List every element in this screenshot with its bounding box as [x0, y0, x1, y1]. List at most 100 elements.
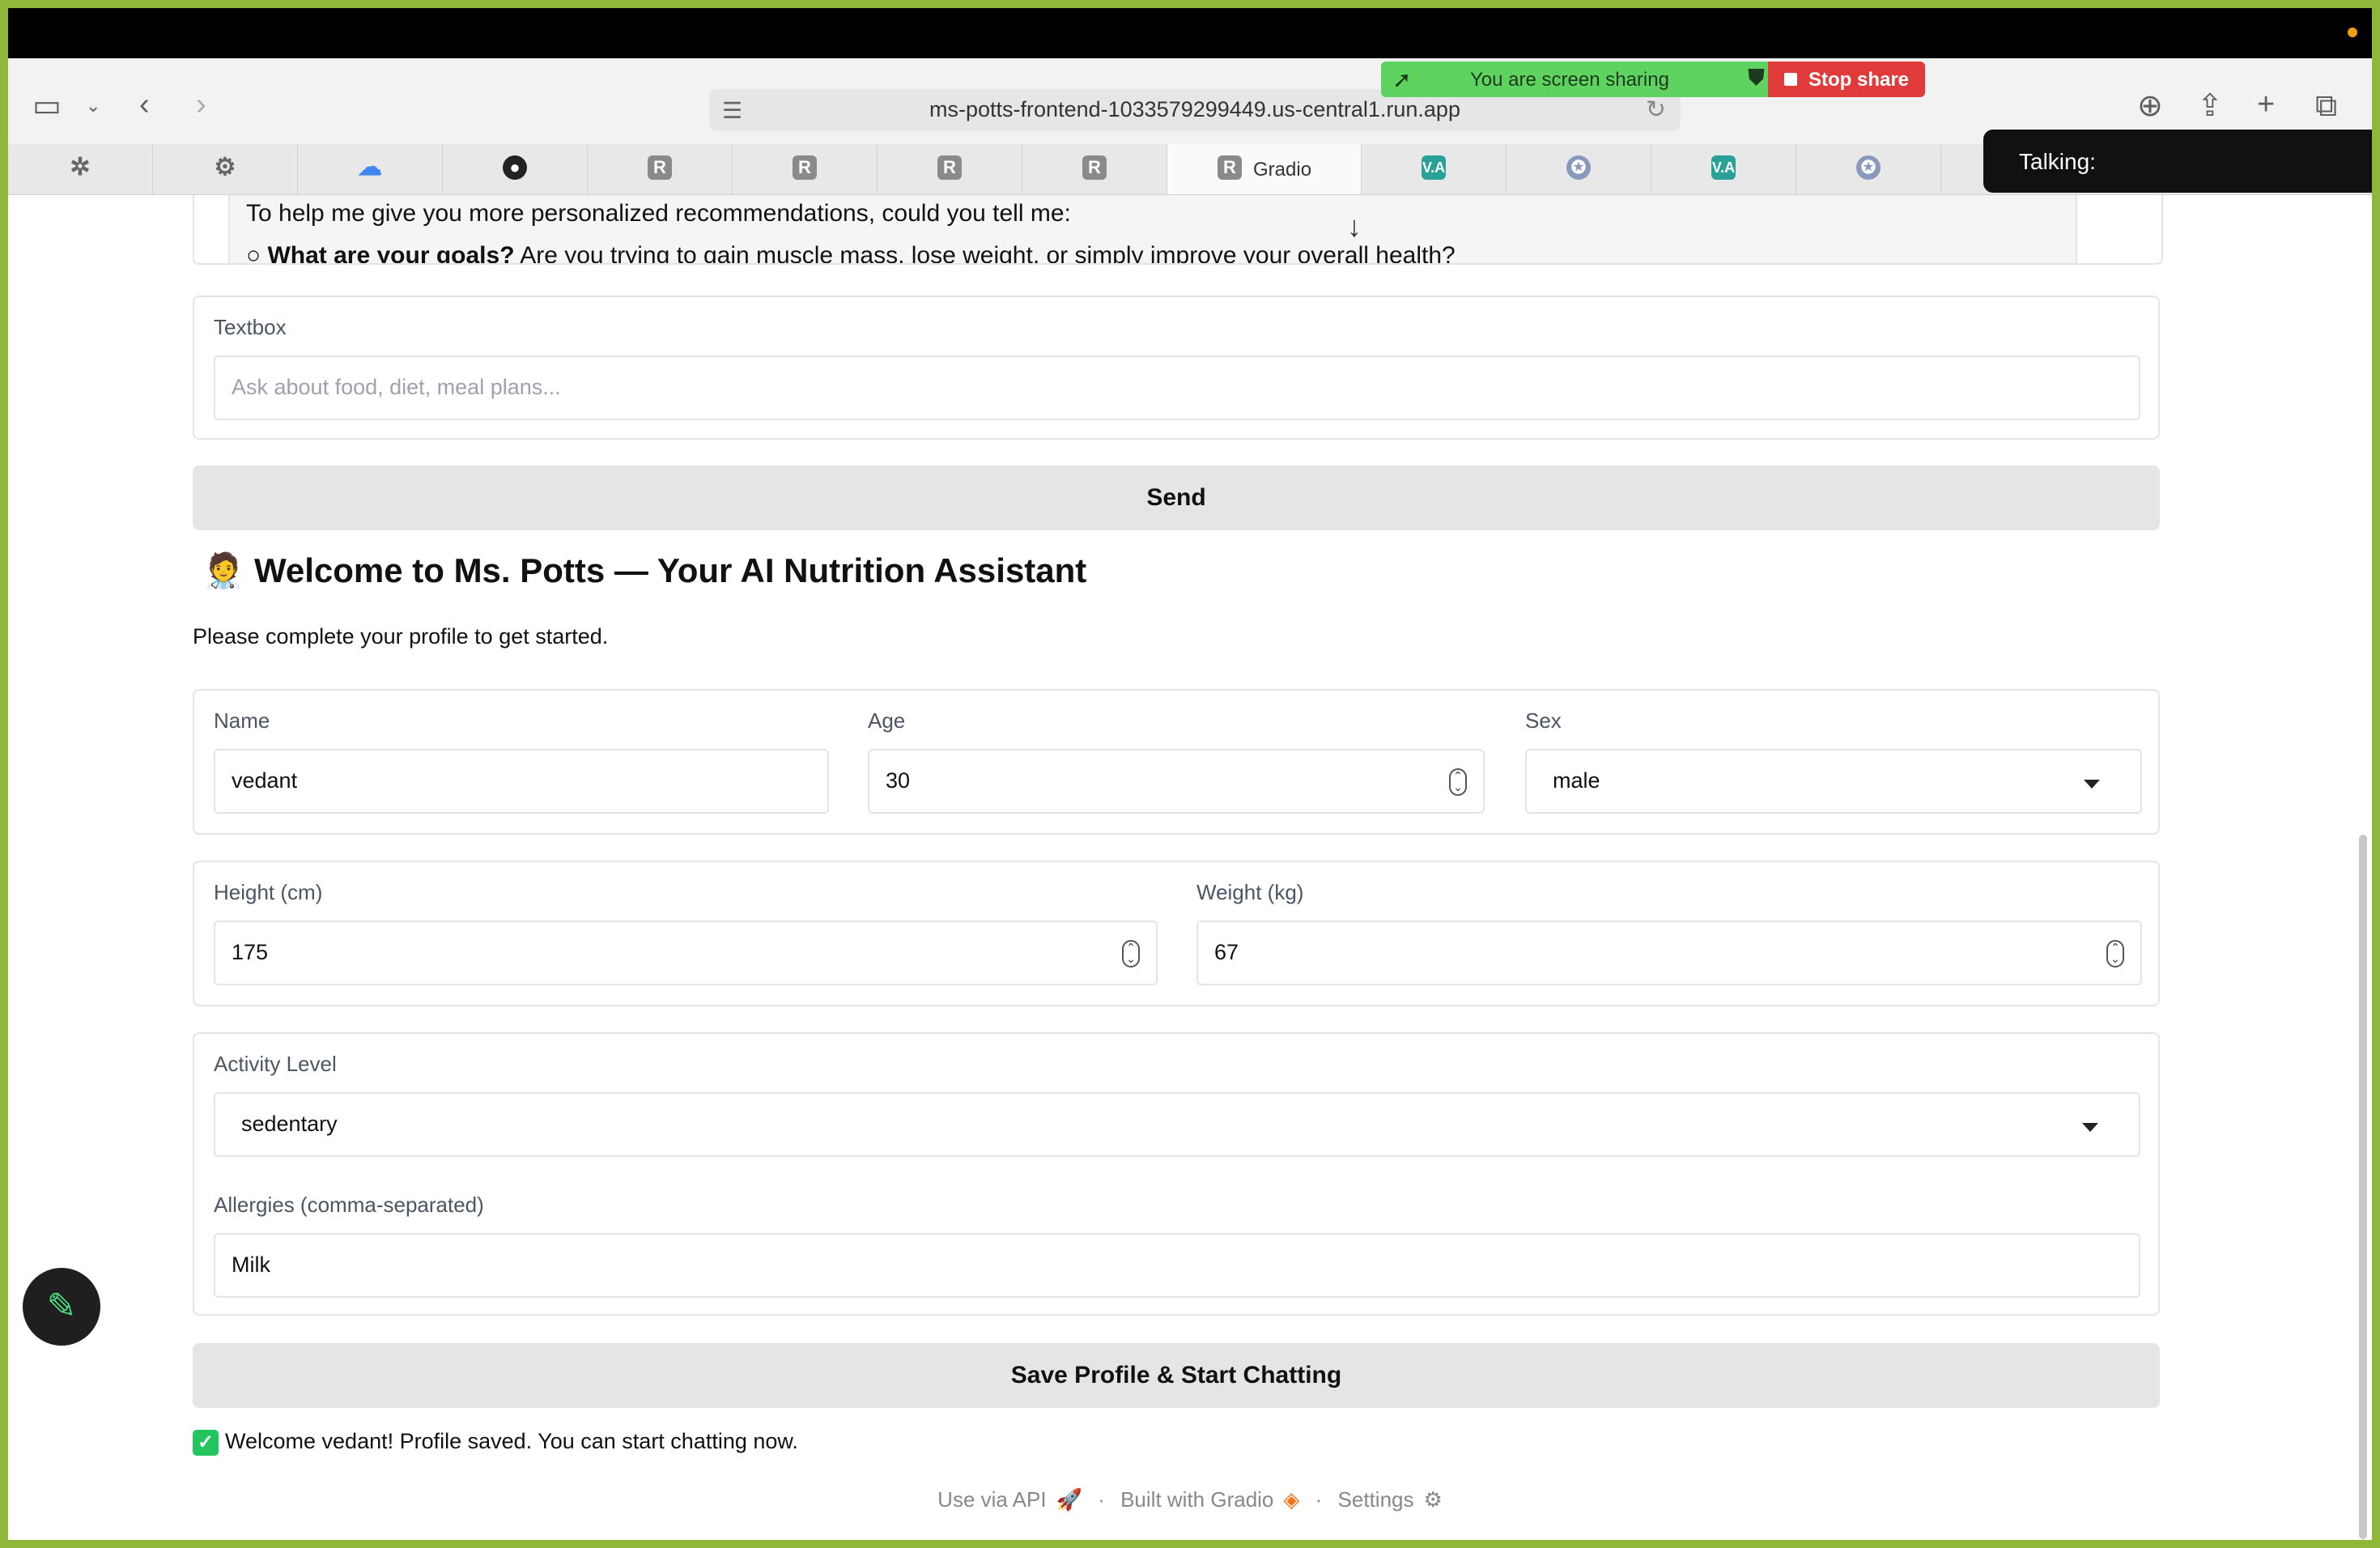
github-icon: ● [503, 155, 527, 180]
tab-google-cloud[interactable]: ☁ [298, 144, 443, 194]
arrow-down-icon[interactable]: ↓ [1347, 210, 1362, 244]
footer-separator: · [1098, 1487, 1105, 1512]
caret-down-icon [2082, 1123, 2098, 1132]
stop-icon [1784, 73, 1797, 86]
age-field[interactable]: 30 ⌃ ⌄ [868, 749, 1485, 814]
screen-sharing-banner: ➚ You are screen sharing ⛊ [1381, 62, 1776, 97]
stop-share-label: Stop share [1808, 69, 1910, 91]
settings-link[interactable]: Settings [1338, 1487, 1414, 1512]
age-value: 30 [886, 768, 911, 793]
weight-field[interactable]: 67 ⌃ ⌄ [1196, 921, 2142, 985]
r-icon: R [1082, 155, 1107, 180]
stepper-icon[interactable]: ⌃ ⌄ [1449, 768, 1467, 796]
tab-r-2[interactable]: R [733, 144, 878, 194]
status-text: Welcome vedant! Profile saved. You can s… [225, 1429, 798, 1453]
tab-va-1[interactable]: V.A [1362, 144, 1507, 194]
forward-icon[interactable]: › [196, 89, 206, 120]
height-value: 175 [232, 940, 269, 964]
footer: Use via API 🚀 · Built with Gradio ◈ · Sett… [8, 1487, 2372, 1512]
name-label: Name [214, 708, 270, 733]
activity-select[interactable]: sedentary [214, 1092, 2140, 1157]
new-tab-icon[interactable]: + [2257, 89, 2275, 120]
r-icon: R [1218, 155, 1242, 180]
tab-seal-2[interactable]: ✪ [1796, 144, 1941, 194]
tab-seal-1[interactable]: ✪ [1507, 144, 1651, 194]
sidebar-toggle-icon[interactable]: ▭ [32, 91, 62, 121]
name-field[interactable]: vedant [214, 749, 829, 814]
pencil-icon: ✎ [46, 1286, 77, 1326]
chat-text: Are you trying to gain muscle mass, lose… [514, 242, 1456, 265]
chat-bold-text: What are your goals? [267, 242, 515, 265]
downloads-icon[interactable]: ⊕ [2137, 91, 2163, 121]
textbox-label: Textbox [214, 315, 287, 339]
talking-label: Talking: [2019, 149, 2096, 174]
caret-down-icon [2084, 780, 2100, 789]
age-label: Age [868, 708, 906, 733]
weight-label: Weight (kg) [1196, 880, 1304, 904]
share-icon[interactable]: ⇪ [2197, 91, 2223, 121]
sex-label: Sex [1525, 708, 1562, 733]
chatbot-panel[interactable]: To help me give you more personalized re… [193, 195, 2163, 265]
gear-icon: ⚙ [214, 154, 236, 181]
talking-overlay: Talking: [1983, 130, 2372, 193]
chat-message-line: ○ What are your goals? Are you trying to… [246, 242, 1456, 265]
reload-icon[interactable]: ↻ [1646, 96, 1666, 124]
chat-message-line: To help me give you more personalized re… [246, 200, 1071, 227]
bullet-icon: ○ [246, 242, 268, 265]
activity-value: sedentary [241, 1112, 338, 1136]
chevron-down-icon[interactable]: ⌄ [86, 97, 100, 115]
recording-indicator-icon [2348, 28, 2357, 37]
tab-gradio[interactable]: R Gradio [1167, 144, 1362, 194]
seal-icon: ✪ [1856, 155, 1881, 180]
allergies-field[interactable]: Milk [214, 1233, 2140, 1298]
puzzle-icon: ✲ [70, 154, 91, 181]
back-icon[interactable]: ‹ [139, 89, 150, 120]
tab-r-3[interactable]: R [878, 144, 1022, 194]
use-api-link[interactable]: Use via API [937, 1487, 1046, 1512]
screen-sharing-text: You are screen sharing [1470, 69, 1669, 91]
sex-select[interactable]: male [1525, 749, 2142, 814]
checkmark-icon: ✓ [193, 1429, 219, 1456]
page-subtitle: Please complete your profile to get star… [193, 624, 609, 649]
r-icon: R [793, 155, 817, 180]
height-label: Height (cm) [214, 880, 323, 904]
tab-r-4[interactable]: R [1022, 144, 1167, 194]
stepper-icon[interactable]: ⌃ ⌄ [2106, 940, 2124, 968]
tab-r-1[interactable]: R [588, 144, 733, 194]
height-field[interactable]: 175 ⌃ ⌄ [214, 921, 1158, 985]
tab-overview-icon[interactable]: ⧉ [2315, 91, 2337, 121]
tab-settings[interactable]: ⚙ [153, 144, 298, 194]
scrollbar[interactable] [2359, 835, 2367, 1539]
textbox-block: Textbox Ask about food, diet, meal plans… [193, 296, 2160, 440]
status-message: ✓ Welcome vedant! Profile saved. You can … [193, 1429, 798, 1456]
page-content: To help me give you more personalized re… [8, 195, 2372, 1540]
tab-extension[interactable]: ✲ [8, 144, 153, 194]
rocket-icon: 🚀 [1056, 1487, 1082, 1512]
profile-row-3: Activity Level sedentary Allergies (comm… [193, 1032, 2160, 1316]
seal-icon: ✪ [1566, 155, 1591, 180]
edit-pencil-button[interactable]: ✎ [23, 1268, 100, 1346]
message-input[interactable]: Ask about food, diet, meal plans... [214, 355, 2140, 420]
send-button[interactable]: Send [193, 466, 2160, 530]
google-cloud-icon: ☁ [358, 154, 382, 181]
va-icon: V.A [1422, 155, 1446, 180]
name-value: vedant [232, 768, 298, 793]
gear-icon[interactable]: ⚙ [1424, 1487, 1443, 1512]
stepper-icon[interactable]: ⌃ ⌄ [1122, 940, 1140, 968]
page-title: 🧑‍⚕️ Welcome to Ms. Potts — Your AI Nutr… [202, 551, 1087, 589]
tab-github[interactable]: ● [443, 144, 588, 194]
message-placeholder: Ask about food, diet, meal plans... [232, 375, 561, 399]
profile-row-1: Name vedant Age 30 ⌃ ⌄ Sex male [193, 689, 2160, 835]
shield-icon: ⛊ [1747, 65, 1765, 90]
save-profile-button[interactable]: Save Profile & Start Chatting [193, 1343, 2160, 1408]
tab-va-2[interactable]: V.A [1651, 144, 1796, 194]
menu-bar [8, 8, 2372, 58]
stop-share-button[interactable]: Stop share [1768, 62, 1925, 97]
tab-label: Gradio [1253, 159, 1312, 181]
gradio-logo-icon: ◈ [1283, 1487, 1300, 1512]
chat-message: To help me give you more personalized re… [228, 195, 2077, 263]
built-with-gradio-link[interactable]: Built with Gradio [1120, 1487, 1273, 1512]
sex-value: male [1553, 768, 1600, 793]
r-icon: R [648, 155, 672, 180]
allergies-value: Milk [232, 1252, 270, 1277]
